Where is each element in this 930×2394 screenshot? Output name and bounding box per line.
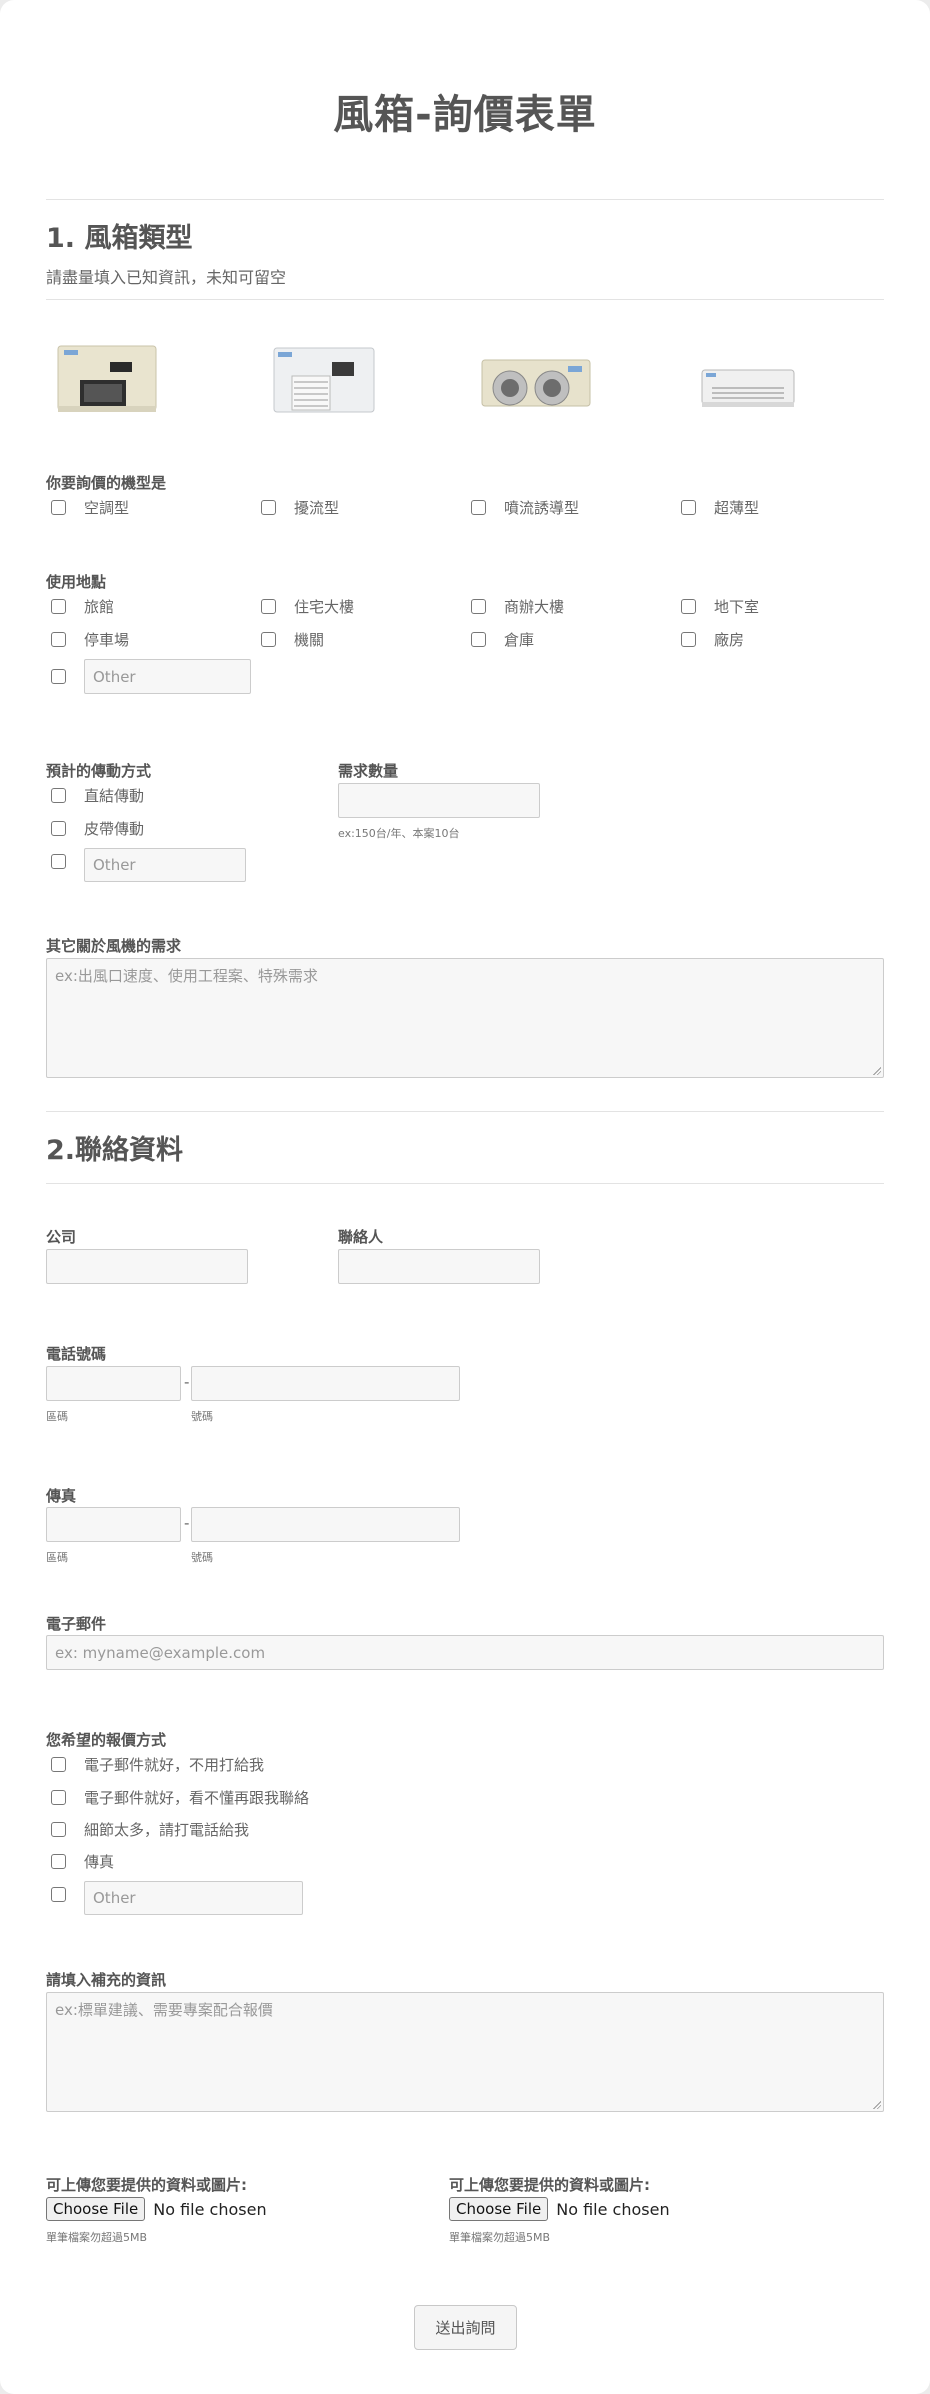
divider <box>46 199 884 200</box>
checkbox[interactable] <box>51 1821 66 1837</box>
fax-area-input[interactable] <box>46 1507 181 1542</box>
form-title: 風箱-詢價表單 <box>333 92 597 138</box>
turbulence-fan-box-image <box>270 340 380 420</box>
checkbox[interactable] <box>471 499 486 515</box>
other-needs-label: 其它關於風機的需求 <box>46 937 182 955</box>
resize-grip-icon[interactable] <box>872 2100 881 2109</box>
location-other-checkbox[interactable] <box>51 669 66 684</box>
resize-grip-icon[interactable] <box>872 1066 881 1075</box>
divider <box>46 1183 884 1184</box>
checkbox[interactable] <box>261 499 276 515</box>
checkbox[interactable] <box>471 631 486 647</box>
file-status: No file chosen <box>556 2199 670 2219</box>
file-upload-control[interactable]: Choose File No file chosen <box>449 2197 670 2221</box>
choose-file-button[interactable]: Choose File <box>46 2197 146 2221</box>
checkbox[interactable] <box>51 631 66 647</box>
quantity-input[interactable] <box>338 783 540 818</box>
fax-dash: - <box>184 1514 190 1532</box>
divider <box>46 299 884 300</box>
checkbox[interactable] <box>681 598 696 614</box>
location-option[interactable]: 倉庫 <box>471 629 534 649</box>
air-conditioning-fan-box-image <box>54 340 160 420</box>
quantity-label: 需求數量 <box>338 762 399 780</box>
location-option[interactable]: 旅館 <box>51 596 114 616</box>
section-1-title: 1. 風箱類型 <box>46 223 193 254</box>
extra-info-textarea[interactable]: ex:標單建議、需要專案配合報價 <box>46 1992 884 2112</box>
email-input[interactable]: ex: myname@example.com <box>46 1635 884 1670</box>
company-label: 公司 <box>46 1228 77 1246</box>
choose-file-button[interactable]: Choose File <box>449 2197 549 2221</box>
machine-type-option[interactable]: 空調型 <box>51 497 129 517</box>
jet-induction-fan-box-image <box>476 350 596 420</box>
checkbox[interactable] <box>471 598 486 614</box>
fax-area-hint: 區碼 <box>46 1551 68 1564</box>
fax-number-hint: 號碼 <box>191 1551 213 1564</box>
location-option[interactable]: 停車場 <box>51 629 129 649</box>
quote-method-other-checkbox[interactable] <box>51 1887 66 1902</box>
quote-method-option[interactable]: 傳真 <box>51 1851 114 1871</box>
other-needs-textarea[interactable]: ex:出風口速度、使用工程案、特殊需求 <box>46 958 884 1078</box>
machine-type-option[interactable]: 超薄型 <box>681 497 759 517</box>
location-option[interactable]: 住宅大樓 <box>261 596 354 616</box>
quote-method-option[interactable]: 電子郵件就好，不用打給我 <box>51 1754 264 1774</box>
email-label: 電子郵件 <box>46 1615 107 1633</box>
quote-method-option[interactable]: 電子郵件就好，看不懂再跟我聯絡 <box>51 1787 309 1807</box>
checkbox[interactable] <box>681 499 696 515</box>
quantity-hint: ex:150台/年、本案10台 <box>338 827 460 840</box>
contact-input[interactable] <box>338 1249 540 1284</box>
phone-number-hint: 號碼 <box>191 1410 213 1423</box>
phone-number-input[interactable] <box>191 1366 460 1401</box>
quote-method-option[interactable]: 細節太多，請打電話給我 <box>51 1819 249 1839</box>
divider <box>46 1111 884 1112</box>
upload-label: 可上傳您要提供的資料或圖片: <box>449 2176 650 2194</box>
machine-type-option[interactable]: 擾流型 <box>261 497 339 517</box>
form-card: 風箱-詢價表單 1. 風箱類型 請盡量填入已知資訊，未知可留空 你要詢價的機型是… <box>0 0 930 2394</box>
file-upload-control[interactable]: Choose File No file chosen <box>46 2197 267 2221</box>
drive-option[interactable]: 皮帶傳動 <box>51 818 144 838</box>
ultra-thin-fan-box-image <box>698 362 798 418</box>
location-option[interactable]: 商辦大樓 <box>471 596 564 616</box>
machine-type-option[interactable]: 噴流誘導型 <box>471 497 579 517</box>
checkbox[interactable] <box>681 631 696 647</box>
checkbox[interactable] <box>51 499 66 515</box>
checkbox[interactable] <box>261 598 276 614</box>
checkbox[interactable] <box>51 1853 66 1869</box>
phone-label: 電話號碼 <box>46 1345 107 1363</box>
phone-area-hint: 區碼 <box>46 1410 68 1423</box>
upload-hint: 單筆檔案勿超過5MB <box>449 2231 551 2244</box>
fax-label: 傳真 <box>46 1487 77 1505</box>
checkbox[interactable] <box>261 631 276 647</box>
drive-label: 預計的傳動方式 <box>46 762 152 780</box>
location-option[interactable]: 廠房 <box>681 629 744 649</box>
drive-other-input[interactable]: Other <box>84 848 246 882</box>
checkbox[interactable] <box>51 820 66 836</box>
submit-button[interactable]: 送出詢問 <box>414 2305 517 2350</box>
fax-number-input[interactable] <box>191 1507 460 1542</box>
checkbox[interactable] <box>51 598 66 614</box>
section-1-subtitle: 請盡量填入已知資訊，未知可留空 <box>46 268 287 287</box>
file-status: No file chosen <box>153 2199 267 2219</box>
section-2-title: 2.聯絡資料 <box>46 1135 184 1166</box>
checkbox[interactable] <box>51 787 66 803</box>
phone-area-input[interactable] <box>46 1366 181 1401</box>
quote-method-other-input[interactable]: Other <box>84 1881 303 1915</box>
location-other-input[interactable]: Other <box>84 659 251 694</box>
phone-dash: - <box>184 1373 190 1391</box>
location-label: 使用地點 <box>46 573 107 591</box>
checkbox[interactable] <box>51 1789 66 1805</box>
upload-label: 可上傳您要提供的資料或圖片: <box>46 2176 247 2194</box>
contact-label: 聯絡人 <box>338 1228 384 1246</box>
extra-info-label: 請填入補充的資訊 <box>46 1971 167 1989</box>
upload-hint: 單筆檔案勿超過5MB <box>46 2231 148 2244</box>
drive-other-checkbox[interactable] <box>51 854 66 869</box>
drive-option[interactable]: 直結傳動 <box>51 785 144 805</box>
checkbox[interactable] <box>51 1756 66 1772</box>
quote-method-label: 您希望的報價方式 <box>46 1731 167 1749</box>
location-option[interactable]: 機關 <box>261 629 324 649</box>
company-input[interactable] <box>46 1249 248 1284</box>
machine-type-label: 你要詢價的機型是 <box>46 474 167 492</box>
location-option[interactable]: 地下室 <box>681 596 759 616</box>
